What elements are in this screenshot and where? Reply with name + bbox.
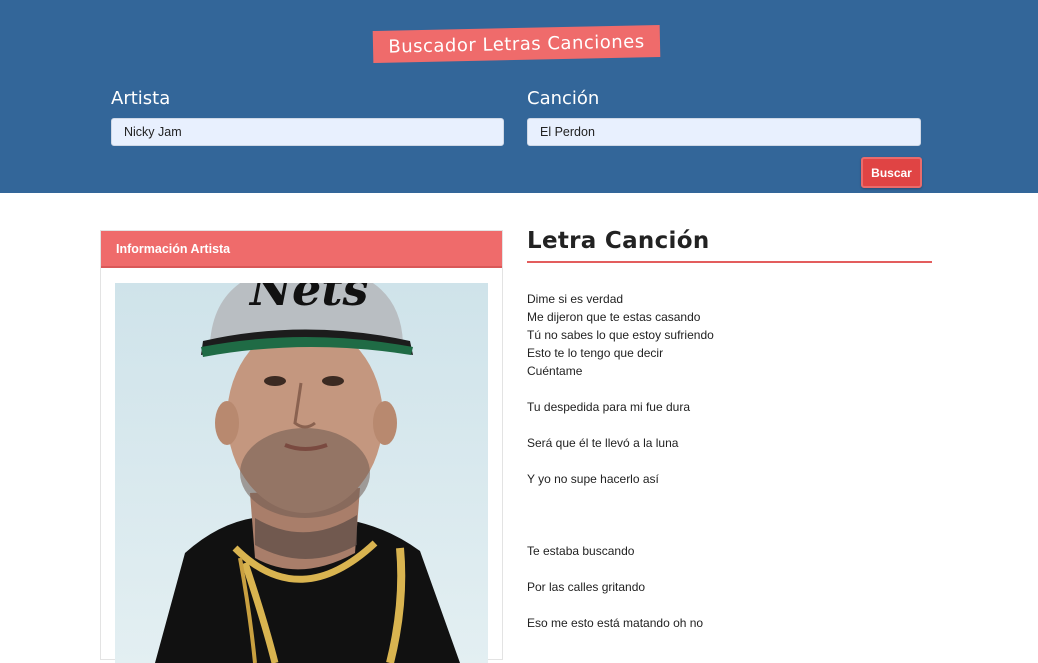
lyric-line: Cuéntame (527, 364, 583, 378)
lyric-line: Esto te lo tengo que decir (527, 346, 664, 360)
artist-photo: Nets (115, 283, 488, 663)
lyrics-body: Dime si es verdad Me dijeron que te estas… (527, 290, 927, 632)
lyric-line: Dime si es verdad (527, 292, 624, 306)
lyric-blank-line (527, 452, 927, 470)
svg-text:Nets: Nets (248, 283, 368, 316)
song-input[interactable] (527, 118, 921, 146)
lyric-blank-line (527, 488, 927, 506)
lyric-line: Tú no sabes lo que estoy sufriendo (527, 328, 714, 342)
lyric-blank-line (527, 506, 927, 524)
lyric-blank-line (527, 596, 927, 614)
lyric-line: Te estaba buscando (527, 544, 635, 558)
lyric-blank-line (527, 380, 927, 398)
lyrics-title: Letra Canción (527, 228, 710, 254)
search-button[interactable]: Buscar (861, 157, 922, 188)
search-header: Buscador Letras Canciones Artista Canció… (0, 0, 1038, 193)
song-label: Canción (527, 88, 600, 109)
lyrics-divider (527, 261, 932, 263)
lyric-blank-line (527, 524, 927, 542)
lyric-line: Y yo no supe hacerlo así (527, 472, 659, 486)
lyric-blank-line (527, 416, 927, 434)
lyric-line: Me dijeron que te estas casando (527, 310, 701, 324)
lyric-line: Por las calles gritando (527, 580, 646, 594)
lyric-line: Será que él te llevó a la luna (527, 436, 679, 450)
lyric-blank-line (527, 560, 927, 578)
lyric-line: Tu despedida para mi fue dura (527, 400, 690, 414)
artist-info-header: Información Artista (101, 231, 502, 268)
app-title: Buscador Letras Canciones (372, 24, 661, 64)
artist-label: Artista (111, 88, 171, 109)
artist-input[interactable] (111, 118, 504, 146)
lyric-line: Eso me esto está matando oh no (527, 616, 704, 630)
artist-info-card: Información Artista Nets (100, 230, 503, 663)
